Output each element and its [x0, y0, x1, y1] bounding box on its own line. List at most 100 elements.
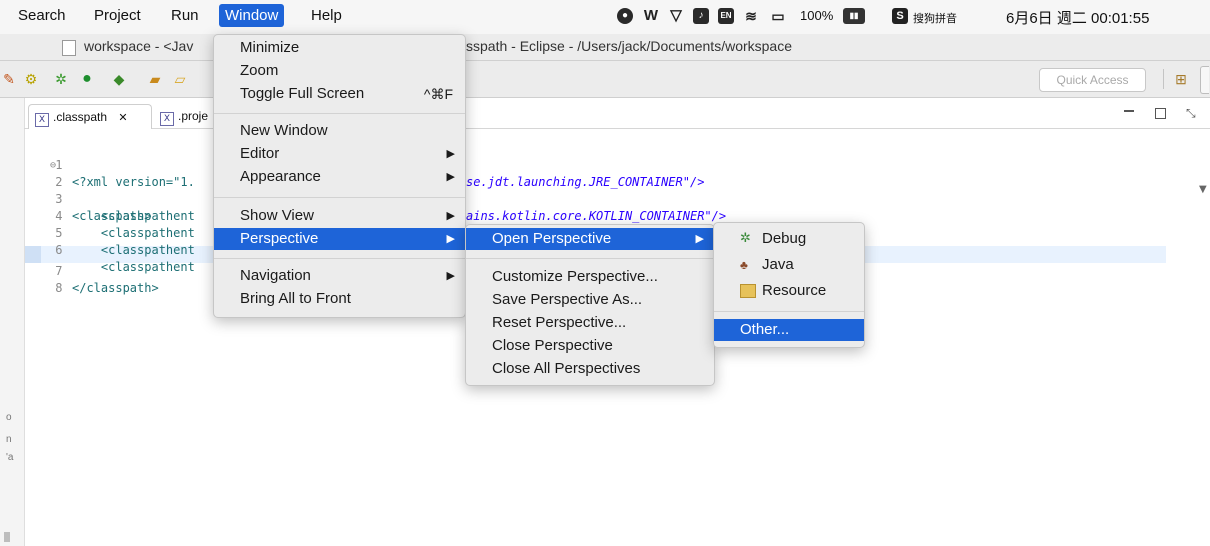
- menu-item-label: Close All Perspectives: [492, 360, 641, 377]
- debug-bug-icon: ✲: [740, 231, 751, 246]
- fold-icon[interactable]: ⊖: [50, 157, 56, 174]
- w-app-icon[interactable]: W: [643, 8, 659, 24]
- menu-item-close-perspective[interactable]: Close Perspective: [466, 335, 714, 357]
- wifi-icon[interactable]: ≋: [743, 8, 759, 24]
- menu-item-debug[interactable]: ✲ Debug: [714, 228, 864, 250]
- trim-mark: 'a: [6, 452, 14, 463]
- menu-separator: [714, 311, 864, 312]
- menu-item-java[interactable]: ♣ Java: [714, 254, 864, 276]
- new-wizard-icon[interactable]: ✎: [0, 70, 18, 88]
- menu-item-other[interactable]: Other...: [714, 319, 864, 341]
- restore-view-icon[interactable]: ⤡: [1186, 106, 1196, 121]
- submenu-arrow-icon: ▶: [446, 232, 455, 245]
- menu-run[interactable]: Run: [171, 7, 199, 24]
- maximize-view-icon[interactable]: [1155, 108, 1166, 119]
- menu-item-zoom[interactable]: Zoom: [214, 60, 465, 82]
- left-trim-strip: o n 'a: [0, 98, 25, 546]
- perspective-bar-edge: [1200, 66, 1209, 94]
- trim-handle[interactable]: [4, 532, 10, 542]
- input-method-label[interactable]: 搜狗拼音: [913, 10, 957, 26]
- menu-item-label: Bring All to Front: [240, 290, 351, 307]
- code-line[interactable]: 7 </classpath>: [28, 246, 158, 295]
- window-menu: Minimize Zoom Toggle Full Screen ^⌘F New …: [213, 34, 466, 318]
- menu-item-label: Show View: [240, 207, 314, 224]
- code-line[interactable]: 6 <classpathent: [28, 225, 195, 274]
- menu-item-customize-perspective[interactable]: Customize Perspective...: [466, 266, 714, 288]
- quick-access-input[interactable]: Quick Access: [1039, 68, 1146, 92]
- document-icon: [62, 40, 76, 56]
- menu-search[interactable]: Search: [18, 7, 66, 24]
- resource-folder-icon: [740, 284, 756, 298]
- folder-icon[interactable]: ▱: [171, 70, 189, 88]
- battery-icon[interactable]: ▮▮: [843, 8, 865, 24]
- circle-status-icon[interactable]: ●: [617, 8, 633, 24]
- scroll-arrow-icon[interactable]: ▼: [1199, 184, 1207, 195]
- menu-item-label: Other...: [740, 321, 790, 338]
- menu-item-save-perspective-as[interactable]: Save Perspective As...: [466, 289, 714, 311]
- menu-item-label: Open Perspective: [492, 230, 612, 247]
- menu-item-label: Close Perspective: [492, 337, 613, 354]
- shield-icon[interactable]: ▽: [668, 8, 684, 24]
- line-number: 2: [55, 175, 63, 189]
- menu-item-label: Appearance: [240, 168, 321, 185]
- sogou-icon[interactable]: S: [892, 8, 908, 24]
- editor-tab-bar: X .classpath ✕ X .proje ⤡: [24, 104, 1210, 129]
- java-icon: ♣: [740, 258, 748, 272]
- close-tab-icon[interactable]: ✕: [118, 111, 127, 124]
- menu-separator: [214, 113, 465, 114]
- tab-label: .classpath: [53, 110, 108, 124]
- line-text: <classpathent: [72, 243, 195, 257]
- menu-separator: [214, 197, 465, 198]
- menu-item-label: Minimize: [240, 39, 300, 56]
- trim-mark: o: [6, 412, 12, 423]
- trim-mark: n: [6, 434, 12, 445]
- code-line[interactable]: 4 <classpathent: [28, 191, 195, 240]
- menu-item-minimize[interactable]: Minimize: [214, 37, 465, 59]
- minimize-view-icon[interactable]: [1124, 110, 1134, 112]
- input-en-icon[interactable]: EN: [718, 8, 734, 24]
- menu-project[interactable]: Project: [94, 7, 141, 24]
- menu-item-appearance[interactable]: Appearance ▶: [214, 166, 465, 188]
- external-tools-icon[interactable]: ◆: [110, 70, 128, 88]
- menu-item-label: Editor: [240, 145, 280, 162]
- line-number: 6: [55, 243, 63, 257]
- menu-item-close-all-perspectives[interactable]: Close All Perspectives: [466, 358, 714, 380]
- menu-window[interactable]: Window: [219, 4, 285, 27]
- xml-file-icon: X: [35, 113, 49, 127]
- menu-separator: [214, 258, 465, 259]
- code-line[interactable]: 1 <?xml version="1.: [28, 140, 195, 189]
- microphone-icon[interactable]: ♪: [693, 8, 709, 24]
- debug-icon[interactable]: ✲: [52, 70, 70, 88]
- code-line[interactable]: 5 <classpathent: [28, 208, 195, 257]
- tab-classpath[interactable]: X .classpath ✕: [28, 104, 152, 129]
- window-title-bar: workspace - <Jav sspath - Eclipse - /Use…: [0, 34, 1210, 61]
- airplay-icon[interactable]: ▭: [770, 8, 786, 24]
- run-icon[interactable]: ●: [78, 70, 96, 88]
- code-line[interactable]: 3 <classpathent: [28, 174, 195, 223]
- menu-item-new-window[interactable]: New Window: [214, 120, 465, 142]
- menu-item-navigation[interactable]: Navigation ▶: [214, 265, 465, 287]
- menu-item-show-view[interactable]: Show View ▶: [214, 205, 465, 227]
- menu-item-label: Java: [762, 256, 794, 273]
- battery-percent[interactable]: 100%: [800, 8, 833, 23]
- clock[interactable]: 6月6日 週二 00:01:55: [1006, 7, 1149, 28]
- menu-item-bring-all-to-front[interactable]: Bring All to Front: [214, 288, 465, 310]
- menu-item-label: Save Perspective As...: [492, 291, 643, 308]
- code-line[interactable]: 2 ⊖ <classpath>: [28, 157, 151, 223]
- line-text: </classpath>: [72, 281, 159, 295]
- menu-item-reset-perspective[interactable]: Reset Perspective...: [466, 312, 714, 334]
- submenu-arrow-icon: ▶: [446, 170, 455, 183]
- open-folder-icon[interactable]: ▰: [146, 70, 164, 88]
- menu-item-label: Navigation: [240, 267, 311, 284]
- menu-item-editor[interactable]: Editor ▶: [214, 143, 465, 165]
- menu-item-resource[interactable]: Resource: [714, 280, 864, 302]
- perspective-switch-icon[interactable]: ⊞: [1172, 70, 1190, 88]
- menu-item-perspective[interactable]: Perspective ▶: [214, 228, 465, 250]
- menu-item-toggle-full-screen[interactable]: Toggle Full Screen ^⌘F: [214, 83, 465, 105]
- menu-item-open-perspective[interactable]: Open Perspective ▶: [466, 228, 714, 250]
- line-text: <classpathent: [72, 260, 195, 274]
- menu-help[interactable]: Help: [311, 7, 342, 24]
- code-line[interactable]: 8: [28, 263, 62, 295]
- search-tool-icon[interactable]: ⚙: [22, 70, 40, 88]
- perspective-submenu: Open Perspective ▶ Customize Perspective.…: [465, 224, 715, 386]
